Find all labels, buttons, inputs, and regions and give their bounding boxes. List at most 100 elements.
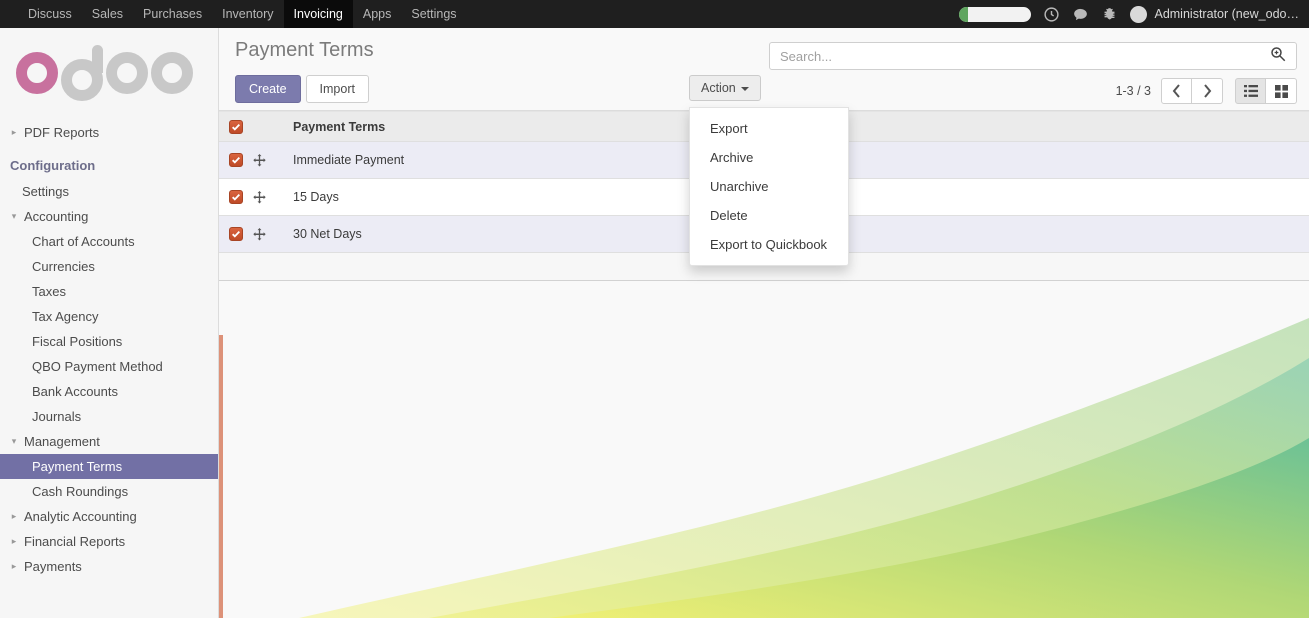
nav-item-invoicing[interactable]: Invoicing <box>283 0 353 28</box>
search-input[interactable] <box>770 48 1269 64</box>
content-left-accent-bar <box>219 335 223 618</box>
sidebar-item-label: Financial Reports <box>24 534 126 549</box>
row-drag-cell <box>253 178 283 216</box>
sidebar-item-tax-agency[interactable]: Tax Agency <box>0 304 218 329</box>
sidebar-item-chart-of-accounts[interactable]: Chart of Accounts <box>0 229 218 254</box>
sidebar-item-label: Bank Accounts <box>32 384 118 399</box>
chat-icon[interactable] <box>1072 6 1089 23</box>
progress-bar <box>959 6 1032 22</box>
sidebar-item-fiscal-positions[interactable]: Fiscal Positions <box>0 329 218 354</box>
sidebar-item-label: Accounting <box>24 209 89 224</box>
sidebar-item-qbo-payment-method[interactable]: QBO Payment Method <box>0 354 218 379</box>
chevron-down-icon <box>740 86 749 91</box>
logo-letter-d <box>61 45 103 101</box>
drag-handle-icon[interactable] <box>253 153 283 167</box>
sidebar-item-management[interactable]: ▾ Management <box>0 429 218 454</box>
pager-previous-button[interactable] <box>1161 78 1192 104</box>
sidebar-item-label: PDF Reports <box>24 125 100 140</box>
list-icon <box>1243 85 1258 97</box>
sidebar-item-currencies[interactable]: Currencies <box>0 254 218 279</box>
action-menu-item-archive[interactable]: Archive <box>690 143 848 172</box>
nav-item-apps[interactable]: Apps <box>353 0 402 28</box>
logo-letter-o-2 <box>106 52 148 94</box>
sidebar-item-journals[interactable]: Journals <box>0 404 218 429</box>
sidebar-item-label: Tax Agency <box>32 309 99 324</box>
sidebar-item-label: Cash Roundings <box>32 484 129 499</box>
row-select-cell <box>219 178 253 216</box>
row-select-cell <box>219 215 253 253</box>
action-button[interactable]: Action <box>689 75 761 101</box>
sidebar-item-accounting[interactable]: ▾ Accounting <box>0 204 218 229</box>
sidebar-item-label: Chart of Accounts <box>32 234 135 249</box>
main-content: Payment Terms Create Import Action Expor… <box>219 28 1309 618</box>
row-checkbox[interactable] <box>229 227 243 242</box>
chevron-right-icon: ▸ <box>11 511 17 521</box>
grid-icon <box>1274 84 1288 98</box>
chevron-right-icon <box>1203 84 1211 98</box>
row-checkbox[interactable] <box>229 190 243 205</box>
sidebar-item-label: Fiscal Positions <box>32 334 123 349</box>
odoo-logo[interactable] <box>0 28 218 118</box>
pager-count: 1-3 / 3 <box>1115 84 1151 98</box>
search-icon[interactable] <box>1269 45 1296 68</box>
kanban-view-button[interactable] <box>1266 78 1297 104</box>
sidebar-item-label: Payment Terms <box>32 459 123 474</box>
sidebar-menu: ▸ PDF Reports Configuration Settings ▾ Accoun… <box>0 118 218 579</box>
action-dropdown-menu: Export Archive Unarchive Delete Export to Qu… <box>689 107 849 266</box>
drag-handle-icon[interactable] <box>253 190 283 204</box>
pager-next-button[interactable] <box>1192 78 1223 104</box>
odoo-app-window: Discuss Sales Purchases Inventory Invoicing A… <box>0 0 1309 618</box>
sidebar-item-analytic-accounting[interactable]: ▸ Analytic Accounting <box>0 504 218 529</box>
action-dropdown-wrapper: Action Export Archive Unarchive Delete Expor… <box>689 75 849 266</box>
create-button[interactable]: Create <box>235 75 301 103</box>
handle-header-cell <box>253 111 283 142</box>
top-navbar: Discuss Sales Purchases Inventory Invoicing A… <box>0 0 1309 28</box>
bug-icon[interactable] <box>1101 6 1118 23</box>
sidebar-item-label: Analytic Accounting <box>24 509 137 524</box>
sidebar-item-label: Currencies <box>32 259 95 274</box>
action-menu-item-delete[interactable]: Delete <box>690 201 848 230</box>
sidebar-item-label: Journals <box>32 409 82 424</box>
row-checkbox[interactable] <box>229 153 243 168</box>
chevron-right-icon: ▸ <box>11 561 17 571</box>
sidebar-item-cash-roundings[interactable]: Cash Roundings <box>0 479 218 504</box>
sidebar-item-configuration: Configuration <box>0 151 218 179</box>
sidebar-item-bank-accounts[interactable]: Bank Accounts <box>0 379 218 404</box>
pager-and-views: 1-3 / 3 <box>1116 78 1297 104</box>
nav-item-settings[interactable]: Settings <box>401 0 466 28</box>
view-switcher <box>1235 78 1297 104</box>
sidebar-item-payments[interactable]: ▸ Payments <box>0 554 218 579</box>
sidebar-item-financial-reports[interactable]: ▸ Financial Reports <box>0 529 218 554</box>
user-menu[interactable]: Administrator (new_odo… <box>1130 5 1299 23</box>
nav-item-sales[interactable]: Sales <box>82 0 133 28</box>
sidebar-item-label: QBO Payment Method <box>32 359 163 374</box>
action-menu-item-unarchive[interactable]: Unarchive <box>690 172 848 201</box>
chevron-down-icon: ▾ <box>11 211 17 221</box>
nav-item-purchases[interactable]: Purchases <box>133 0 212 28</box>
action-button-label: Action <box>701 81 736 95</box>
action-menu-item-export[interactable]: Export <box>690 114 848 143</box>
search-box[interactable] <box>769 42 1297 70</box>
sidebar-item-pdf-reports[interactable]: ▸ PDF Reports <box>0 120 218 145</box>
select-all-checkbox[interactable] <box>229 119 243 134</box>
sidebar: ▸ PDF Reports Configuration Settings ▾ Accoun… <box>0 28 219 618</box>
action-menu-item-export-to-quickbook[interactable]: Export to Quickbook <box>690 230 848 259</box>
list-view-button[interactable] <box>1235 78 1266 104</box>
page-title: Payment Terms <box>235 39 374 61</box>
sidebar-item-payment-terms[interactable]: Payment Terms <box>0 454 218 479</box>
nav-item-inventory[interactable]: Inventory <box>212 0 283 28</box>
sidebar-item-label: Configuration <box>10 157 96 173</box>
chevron-left-icon <box>1172 84 1180 98</box>
clock-icon[interactable] <box>1043 6 1060 23</box>
decorative-background <box>299 318 1309 618</box>
sidebar-item-settings[interactable]: Settings <box>0 179 218 204</box>
sidebar-item-taxes[interactable]: Taxes <box>0 279 218 304</box>
sidebar-item-label: Taxes <box>32 284 66 299</box>
user-name-label: Administrator (new_odo… <box>1154 7 1299 21</box>
progress-bar-fill <box>959 6 969 22</box>
row-drag-cell <box>253 141 283 179</box>
drag-handle-icon[interactable] <box>253 227 283 241</box>
chevron-right-icon: ▸ <box>11 536 17 546</box>
import-button[interactable]: Import <box>305 75 369 103</box>
nav-item-discuss[interactable]: Discuss <box>18 0 82 28</box>
